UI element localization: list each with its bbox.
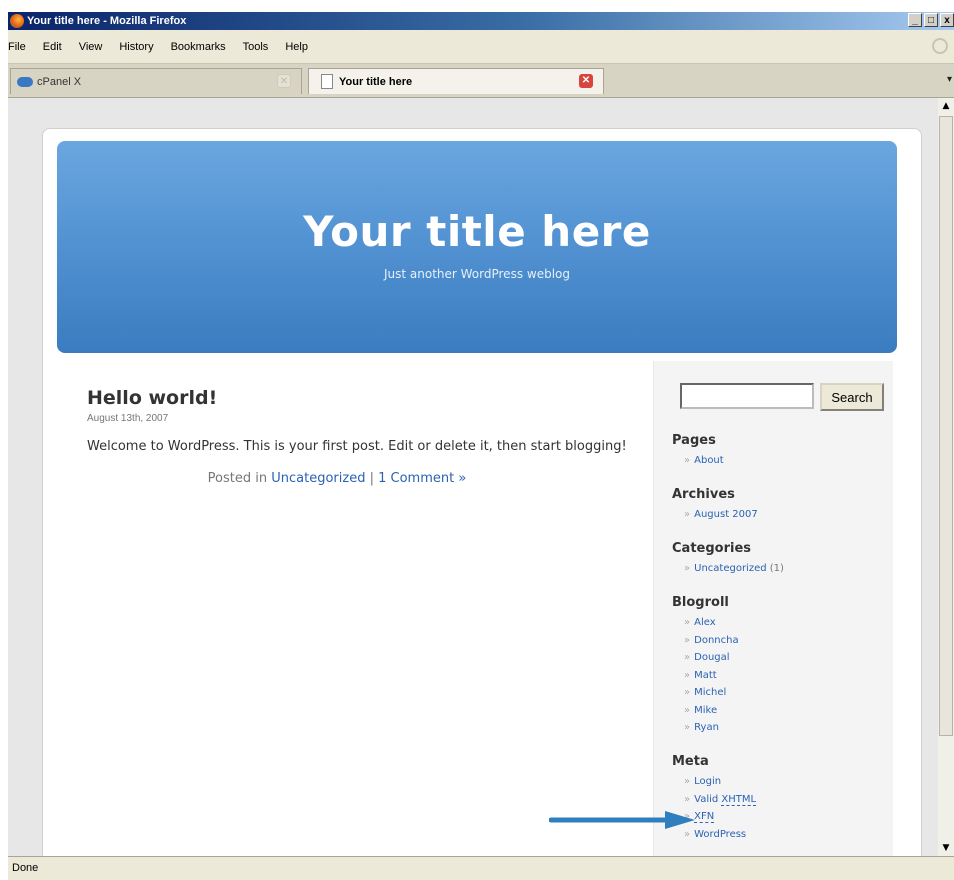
menu-edit[interactable]: Edit xyxy=(43,41,62,53)
tab-label: Your title here xyxy=(339,75,413,88)
post: Hello world! August 13th, 2007 Welcome t… xyxy=(87,387,627,486)
vertical-scrollbar[interactable]: ▲ ▼ xyxy=(938,98,954,856)
list-item[interactable]: » Michel xyxy=(684,684,739,702)
search-form: Search xyxy=(680,383,884,411)
meta-separator: | xyxy=(369,471,374,486)
widget-title: Blogroll xyxy=(672,595,729,610)
menu-bar: File Edit View History Bookmarks Tools H… xyxy=(8,30,954,64)
menu-bookmarks[interactable]: Bookmarks xyxy=(171,41,226,53)
widget-categories: Categories » Uncategorized (1) xyxy=(672,541,784,578)
widget-title: Archives xyxy=(672,487,735,502)
list-item[interactable]: » Mike xyxy=(684,702,739,720)
posted-in-label: Posted in xyxy=(207,471,268,486)
list-item[interactable]: » Ryan xyxy=(684,719,739,737)
post-meta: Posted in Uncategorized | 1 Comment » xyxy=(87,471,627,486)
menu-view[interactable]: View xyxy=(79,41,103,53)
search-button[interactable]: Search xyxy=(820,383,884,411)
comments-link[interactable]: 1 Comment » xyxy=(378,471,466,486)
maximize-button[interactable]: □ xyxy=(924,13,938,27)
search-input[interactable] xyxy=(680,383,814,409)
close-tab-icon[interactable]: ✕ xyxy=(277,74,291,88)
widget-title: Meta xyxy=(672,754,709,769)
category-link[interactable]: Uncategorized xyxy=(271,471,365,486)
scroll-up-icon[interactable]: ▲ xyxy=(938,98,954,114)
pointer-arrow-icon xyxy=(549,811,695,829)
menu-tools[interactable]: Tools xyxy=(243,41,269,53)
login-link[interactable]: » Login xyxy=(684,773,756,791)
sidebar: Search Pages » About Archives » August 200… xyxy=(653,361,893,856)
list-item[interactable]: » Donncha xyxy=(684,632,739,650)
list-item[interactable]: » About xyxy=(684,452,724,470)
status-bar: Done xyxy=(8,856,954,880)
widget-archives: Archives » August 2007 xyxy=(672,487,758,524)
list-item[interactable]: » Matt xyxy=(684,667,739,685)
list-item[interactable]: » Alex xyxy=(684,614,739,632)
page-viewport: Your title here Just another WordPress w… xyxy=(8,98,938,856)
blog-title[interactable]: Your title here xyxy=(57,207,897,256)
menu-history[interactable]: History xyxy=(119,41,153,53)
cpanel-icon xyxy=(17,76,33,87)
list-item[interactable]: » Dougal xyxy=(684,649,739,667)
tab-bar: cPanel X ✕ Your title here ✕ ▾ xyxy=(8,64,954,98)
menu-help[interactable]: Help xyxy=(285,41,308,53)
list-item[interactable]: » Valid XHTML xyxy=(684,791,757,809)
window-title: Your title here - Mozilla Firefox xyxy=(27,15,187,27)
tab-cpanel[interactable]: cPanel X ✕ xyxy=(10,68,302,94)
blog-header: Your title here Just another WordPress w… xyxy=(57,141,897,353)
status-text: Done xyxy=(12,862,39,874)
tab-your-title[interactable]: Your title here ✕ xyxy=(308,68,604,94)
list-item[interactable]: » Uncategorized (1) xyxy=(684,560,784,578)
minimize-button[interactable]: _ xyxy=(908,13,922,27)
widget-blogroll: Blogroll » Alex » Donncha » Dougal » Matt » M… xyxy=(672,595,739,737)
widget-title: Pages xyxy=(672,433,716,448)
throbber-icon xyxy=(932,38,948,54)
tab-label: cPanel X xyxy=(37,75,82,88)
tab-list-icon[interactable]: ▾ xyxy=(947,74,952,85)
window-title-bar: Your title here - Mozilla Firefox _ □ x xyxy=(8,12,954,30)
widget-pages: Pages » About xyxy=(672,433,724,470)
window-controls: _ □ x xyxy=(906,13,954,27)
post-body: Welcome to WordPress. This is your first… xyxy=(87,439,627,454)
blog-description: Just another WordPress weblog xyxy=(383,267,570,281)
post-date: August 13th, 2007 xyxy=(87,413,169,424)
close-window-button[interactable]: x xyxy=(940,13,954,27)
scroll-down-icon[interactable]: ▼ xyxy=(938,840,954,856)
page-icon xyxy=(321,74,333,89)
close-tab-icon[interactable]: ✕ xyxy=(579,74,593,88)
scroll-thumb[interactable] xyxy=(939,116,953,736)
menu-file[interactable]: File xyxy=(8,41,26,53)
firefox-icon xyxy=(10,14,24,28)
list-item[interactable]: » August 2007 xyxy=(684,506,758,524)
post-title[interactable]: Hello world! xyxy=(87,387,627,409)
blog-page: Your title here Just another WordPress w… xyxy=(42,128,922,856)
widget-title: Categories xyxy=(672,541,752,556)
